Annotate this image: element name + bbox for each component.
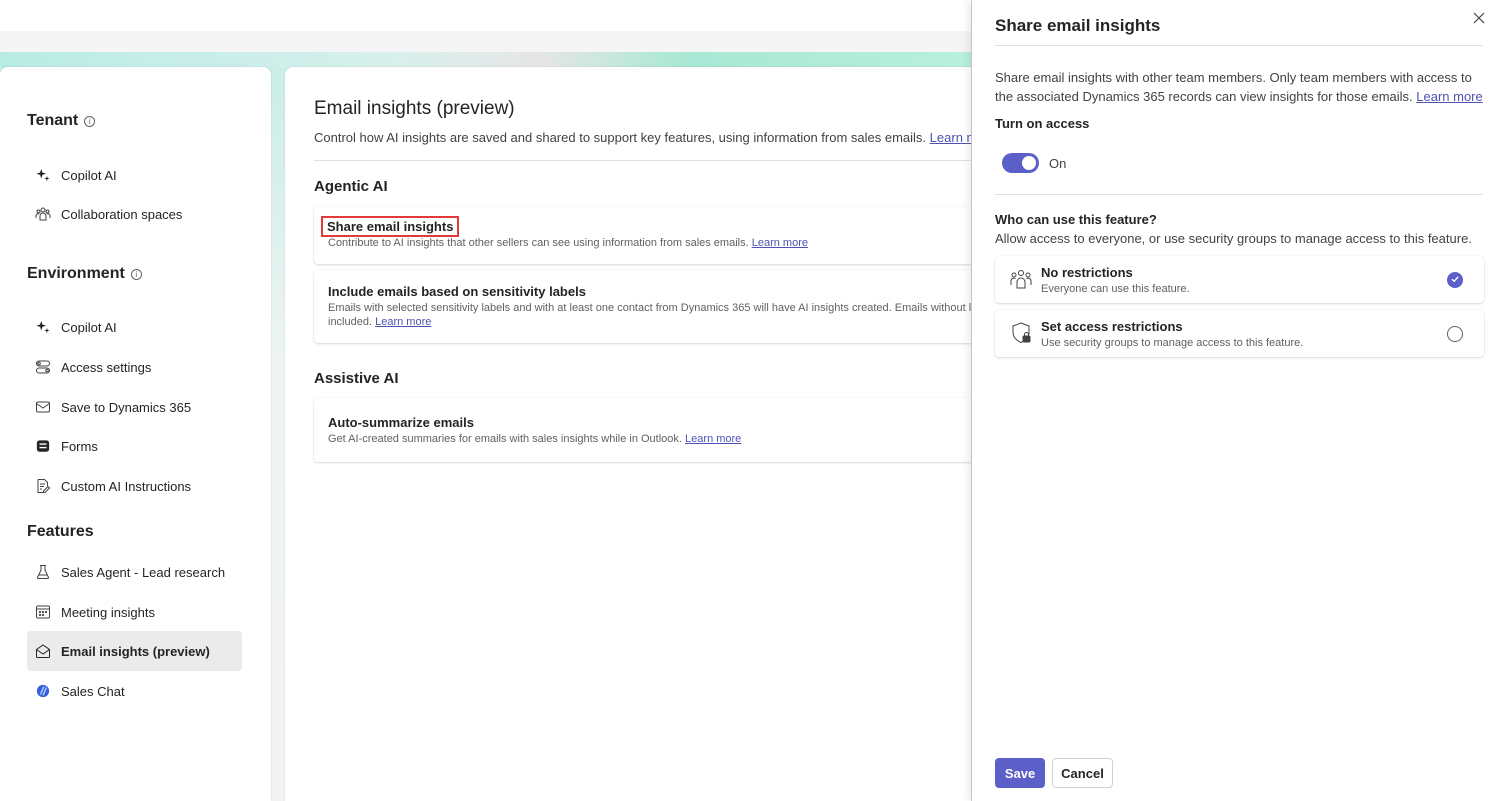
learn-more-link[interactable]: Learn more [375, 316, 431, 328]
nav-item-email-insights[interactable]: Email insights (preview) [27, 631, 242, 671]
feature-description: Get AI-created summaries for emails with… [328, 432, 741, 446]
page-description: Control how AI insights are saved and sh… [314, 130, 985, 145]
agentic-ai-heading: Agentic AI [314, 178, 388, 195]
divider [314, 160, 985, 161]
radio-unchecked[interactable] [1447, 326, 1463, 342]
info-icon[interactable]: i [130, 268, 142, 280]
nav-item-label: Forms [61, 438, 98, 454]
nav-section-tenant: Tenant i [27, 112, 96, 130]
form-icon [35, 438, 51, 454]
feature-description-line1: Emails with selected sensitivity labels … [328, 302, 985, 314]
document-edit-icon [35, 478, 51, 494]
learn-more-link[interactable]: Learn more [1416, 89, 1482, 104]
cancel-button[interactable]: Cancel [1052, 758, 1113, 788]
assistive-ai-heading: Assistive AI [314, 370, 399, 387]
nav-item-forms[interactable]: Forms [27, 426, 242, 466]
turn-on-access-label: Turn on access [995, 116, 1090, 131]
learn-more-link[interactable]: Learn more [685, 433, 741, 445]
nav-item-save-to-dynamics[interactable]: Save to Dynamics 365 [27, 387, 242, 427]
info-icon[interactable]: i [84, 115, 96, 127]
share-email-insights-card[interactable]: Share email insights Contribute to AI in… [314, 207, 985, 264]
nav-section-title: Tenant [27, 112, 79, 129]
sparkle-icon [35, 167, 51, 183]
auto-summarize-card[interactable]: Auto-summarize emails Get AI-created sum… [314, 398, 985, 462]
nav-item-env-copilot-ai[interactable]: Copilot AI [27, 307, 242, 347]
feature-description-line2: included. Learn more [328, 315, 431, 329]
nav-item-sales-agent-lead-research[interactable]: Sales Agent - Lead research [27, 552, 242, 592]
close-icon [1473, 11, 1485, 29]
panel-description-text: Share email insights with other team mem… [995, 70, 1472, 104]
close-button[interactable] [1471, 12, 1487, 28]
share-email-insights-title[interactable]: Share email insights [320, 216, 460, 237]
nav-item-access-settings[interactable]: Access settings [27, 347, 242, 387]
nav-item-label: Access settings [61, 359, 152, 375]
mail-icon [35, 399, 51, 415]
panel-title: Share email insights [995, 16, 1161, 35]
nav-item-label: Custom AI Instructions [61, 478, 192, 494]
save-button[interactable]: Save [995, 758, 1045, 788]
nav-item-label: Copilot AI [61, 319, 117, 335]
option-title: No restrictions [1041, 265, 1133, 280]
nav-section-title: Features [27, 523, 94, 540]
option-title: Set access restrictions [1041, 319, 1183, 334]
shield-lock-icon [1009, 321, 1033, 345]
who-can-use-label: Who can use this feature? [995, 212, 1157, 227]
feature-description-text: Contribute to AI insights that other sel… [328, 237, 749, 249]
divider [995, 194, 1483, 195]
option-description: Use security groups to manage access to … [1041, 337, 1304, 349]
people-group-icon [1009, 267, 1033, 291]
learn-more-link[interactable]: Learn more [752, 237, 808, 249]
checkmark-icon [1450, 271, 1460, 289]
nav-item-label: Meeting insights [61, 604, 155, 620]
nav-item-label: Email insights (preview) [61, 643, 210, 659]
calendar-icon [35, 604, 51, 620]
share-email-insights-panel: Share email insights Share email insight… [972, 0, 1497, 801]
option-no-restrictions[interactable]: No restrictions Everyone can use this fe… [995, 256, 1484, 303]
nav-section-environment: Environment i [27, 265, 142, 283]
nav-item-meeting-insights[interactable]: Meeting insights [27, 592, 242, 632]
feature-title: Include emails based on sensitivity labe… [328, 284, 586, 299]
nav-item-label: Save to Dynamics 365 [61, 399, 192, 415]
divider [995, 45, 1483, 46]
left-navigation: Tenant i Copilot AI Collaboration spaces… [0, 67, 271, 801]
nav-item-tenant-copilot-ai[interactable]: Copilot AI [27, 155, 242, 195]
panel-description: Share email insights with other team mem… [995, 68, 1485, 106]
nav-item-label: Collaboration spaces [61, 206, 183, 222]
feature-description: Contribute to AI insights that other sel… [328, 236, 808, 250]
feature-description-text: Get AI-created summaries for emails with… [328, 433, 682, 445]
sparkle-icon [35, 319, 51, 335]
nav-item-sales-chat[interactable]: Sales Chat [27, 671, 242, 711]
nav-item-custom-ai-instructions[interactable]: Custom AI Instructions [27, 466, 242, 506]
header-gradient [0, 52, 980, 68]
feature-title: Share email insights [320, 216, 460, 237]
nav-item-collaboration-spaces[interactable]: Collaboration spaces [27, 194, 242, 234]
people-group-icon [35, 206, 51, 222]
page-title: Email insights (preview) [314, 98, 515, 119]
option-set-access-restrictions[interactable]: Set access restrictions Use security gro… [995, 310, 1484, 357]
nav-item-label: Sales Agent - Lead research [61, 564, 226, 580]
main-content: Email insights (preview) Control how AI … [285, 67, 985, 801]
radio-checked[interactable] [1447, 272, 1463, 288]
page-description-text: Control how AI insights are saved and sh… [314, 130, 927, 145]
toggle-state-label: On [1049, 156, 1067, 171]
mail-open-icon [35, 643, 51, 659]
who-can-use-description: Allow access to everyone, or use securit… [995, 231, 1472, 246]
access-toggle[interactable] [1002, 153, 1039, 173]
toggle-knob [1022, 156, 1036, 170]
nav-section-title: Environment [27, 265, 125, 282]
feature-title: Auto-summarize emails [328, 415, 474, 430]
feature-description-text: included. [328, 316, 373, 328]
nav-item-label: Copilot AI [61, 167, 117, 183]
sensitivity-labels-card[interactable]: Include emails based on sensitivity labe… [314, 270, 985, 343]
option-description: Everyone can use this feature. [1041, 283, 1190, 295]
nav-item-label: Sales Chat [61, 683, 125, 699]
beaker-icon [35, 564, 51, 580]
toggle-settings-icon [35, 359, 51, 375]
nav-section-features: Features [27, 523, 94, 541]
sales-chat-icon [35, 683, 51, 699]
